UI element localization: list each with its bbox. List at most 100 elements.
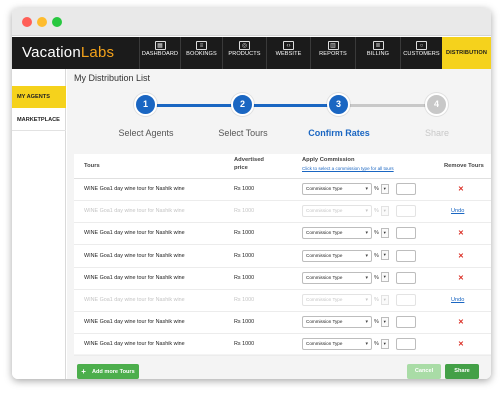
commission-value-input[interactable] (396, 338, 416, 351)
commission-unit-select[interactable]: % ▾ (374, 205, 389, 217)
commission-column-header: Apply Commission (302, 157, 355, 163)
nav-item-customers[interactable]: ○ CUSTOMERS (400, 37, 442, 69)
table-row: WINE Goa1 day wine tour for Nashik wine R… (74, 201, 491, 224)
commission-unit-select[interactable]: % ▾ (374, 272, 389, 284)
commission-unit-select[interactable]: % ▾ (374, 316, 389, 328)
nav-item-distribution[interactable]: DISTRIBUTION (442, 37, 491, 69)
chevron-down-icon: ▾ (380, 338, 389, 349)
commission-type-value: Commission Type (306, 319, 343, 325)
chevron-down-icon: ▾ (365, 297, 368, 303)
commission-type-select[interactable]: Commission Type ▾ (302, 316, 372, 329)
app-window: VacationLabs ▦ DASHBOARD ≡ BOOKINGS ◎ PRODUCT… (12, 8, 491, 379)
commission-type-value: Commission Type (306, 252, 343, 258)
sidebar-item-marketplace[interactable]: MARKETPLACE (12, 109, 66, 131)
remove-tour-icon[interactable]: ✕ (458, 185, 464, 193)
commission-type-value: Commission Type (306, 341, 343, 347)
nav-item-label: DISTRIBUTION (446, 50, 487, 56)
price-column-header-line2: price (234, 165, 248, 171)
commission-value-input[interactable] (396, 271, 416, 284)
chevron-down-icon: ▾ (365, 208, 368, 215)
nav-item-website[interactable]: ‹› WEBSITE (266, 37, 310, 69)
tour-name: WINE Goa1 day wine tour for Nashik wine (84, 252, 185, 259)
sidebar-item-my-agents[interactable]: MY AGENTS (12, 86, 66, 108)
commission-bulk-link[interactable]: Click to select a commission type for al… (302, 166, 394, 171)
commission-type-select[interactable]: Commission Type ▾ (302, 205, 372, 218)
nav-item-billing[interactable]: ≣ BILLING (355, 37, 400, 69)
step-4-circle: 4 (425, 93, 448, 116)
step-connector (243, 104, 339, 107)
advertised-price: Rs 1000 (234, 186, 255, 192)
table-row: WINE Goa1 day wine tour for Nashik wine R… (74, 223, 491, 246)
minimize-window-button[interactable] (37, 17, 47, 27)
percent-symbol: % (374, 297, 379, 303)
cancel-button[interactable]: Cancel (407, 364, 441, 379)
advertised-price: Rs 1000 (234, 274, 255, 281)
logo[interactable]: VacationLabs (22, 44, 114, 61)
nav-item-label: CUSTOMERS (403, 51, 440, 57)
percent-symbol: % (374, 186, 379, 192)
step-1-circle[interactable]: 1 (134, 93, 157, 116)
nav-item-products[interactable]: ◎ PRODUCTS (222, 37, 266, 69)
sidebar-item-label: MARKETPLACE (17, 117, 60, 123)
commission-value-input[interactable] (396, 227, 416, 240)
nav-item-bookings[interactable]: ≡ BOOKINGS (180, 37, 222, 69)
step-2-label: Select Tours (218, 128, 268, 138)
globe-icon: ◎ (239, 41, 250, 50)
chevron-down-icon: ▾ (365, 186, 368, 192)
percent-symbol: % (374, 274, 379, 281)
advertised-price: Rs 1000 (234, 341, 255, 348)
commission-type-select[interactable]: Commission Type ▾ (302, 183, 372, 195)
commission-unit-select[interactable]: % ▾ (374, 294, 389, 306)
commission-unit-select[interactable]: % ▾ (374, 227, 389, 239)
chevron-down-icon: ▾ (380, 294, 389, 305)
step-3-label: Confirm Rates (308, 128, 370, 138)
remove-tour-icon[interactable]: ✕ (458, 252, 464, 260)
commission-type-select[interactable]: Commission Type ▾ (302, 227, 372, 240)
step-1-label: Select Agents (118, 128, 174, 138)
commission-unit-select[interactable]: % ▾ (374, 338, 389, 350)
table-row: WINE Goa1 day wine tour for Nashik wine R… (74, 268, 491, 290)
maximize-window-button[interactable] (52, 17, 62, 27)
chevron-down-icon: ▾ (365, 230, 368, 237)
commission-type-select[interactable]: Commission Type ▾ (302, 338, 372, 351)
close-window-button[interactable] (22, 17, 32, 27)
share-button[interactable]: Share (445, 364, 479, 379)
commission-unit-select[interactable]: % ▾ (374, 250, 389, 262)
percent-symbol: % (374, 341, 379, 348)
commission-type-value: Commission Type (306, 230, 343, 236)
tour-name: WINE Goa1 day wine tour for Nashik wine (84, 319, 185, 326)
nav-item-reports[interactable]: ▥ REPORTS (310, 37, 355, 69)
main-content: My Distribution List 1 2 3 4 Select Agen… (67, 69, 491, 379)
tour-name: WINE Goa1 day wine tour for Nashik wine (84, 297, 185, 303)
commission-value-input[interactable] (396, 316, 416, 329)
undo-remove-link[interactable]: Undo (451, 297, 464, 303)
title-bar (12, 8, 491, 36)
undo-remove-link[interactable]: Undo (451, 208, 464, 214)
remove-tour-icon[interactable]: ✕ (458, 274, 464, 282)
chevron-down-icon: ▾ (380, 183, 389, 194)
chevron-down-icon: ▾ (380, 272, 389, 283)
commission-type-select[interactable]: Commission Type ▾ (302, 271, 372, 284)
table-header: Tours Advertised price Apply Commission … (74, 154, 491, 179)
commission-value-input[interactable] (396, 205, 416, 218)
sidebar: MY AGENTS MARKETPLACE (12, 69, 66, 379)
remove-tour-icon[interactable]: ✕ (458, 229, 464, 237)
remove-tour-icon[interactable]: ✕ (458, 340, 464, 348)
commission-unit-select[interactable]: % ▾ (374, 183, 389, 195)
chevron-down-icon: ▾ (380, 316, 389, 327)
step-3-circle[interactable]: 3 (327, 93, 350, 116)
commission-value-input[interactable] (396, 183, 416, 195)
commission-value-input[interactable] (396, 249, 416, 262)
step-2-circle[interactable]: 2 (231, 93, 254, 116)
commission-type-select[interactable]: Commission Type ▾ (302, 249, 372, 262)
chevron-down-icon: ▾ (365, 341, 368, 348)
step-4-label: Share (424, 128, 450, 138)
commission-type-value: Commission Type (306, 297, 343, 302)
commission-type-select[interactable]: Commission Type ▾ (302, 294, 372, 306)
sidebar-item-label: MY AGENTS (17, 94, 50, 100)
nav-item-label: BOOKINGS (186, 51, 217, 57)
commission-value-input[interactable] (396, 294, 416, 306)
nav-item-dashboard[interactable]: ▦ DASHBOARD (139, 37, 180, 69)
add-more-tours-button[interactable]: + Add more Tours (77, 364, 139, 379)
remove-tour-icon[interactable]: ✕ (458, 318, 464, 326)
